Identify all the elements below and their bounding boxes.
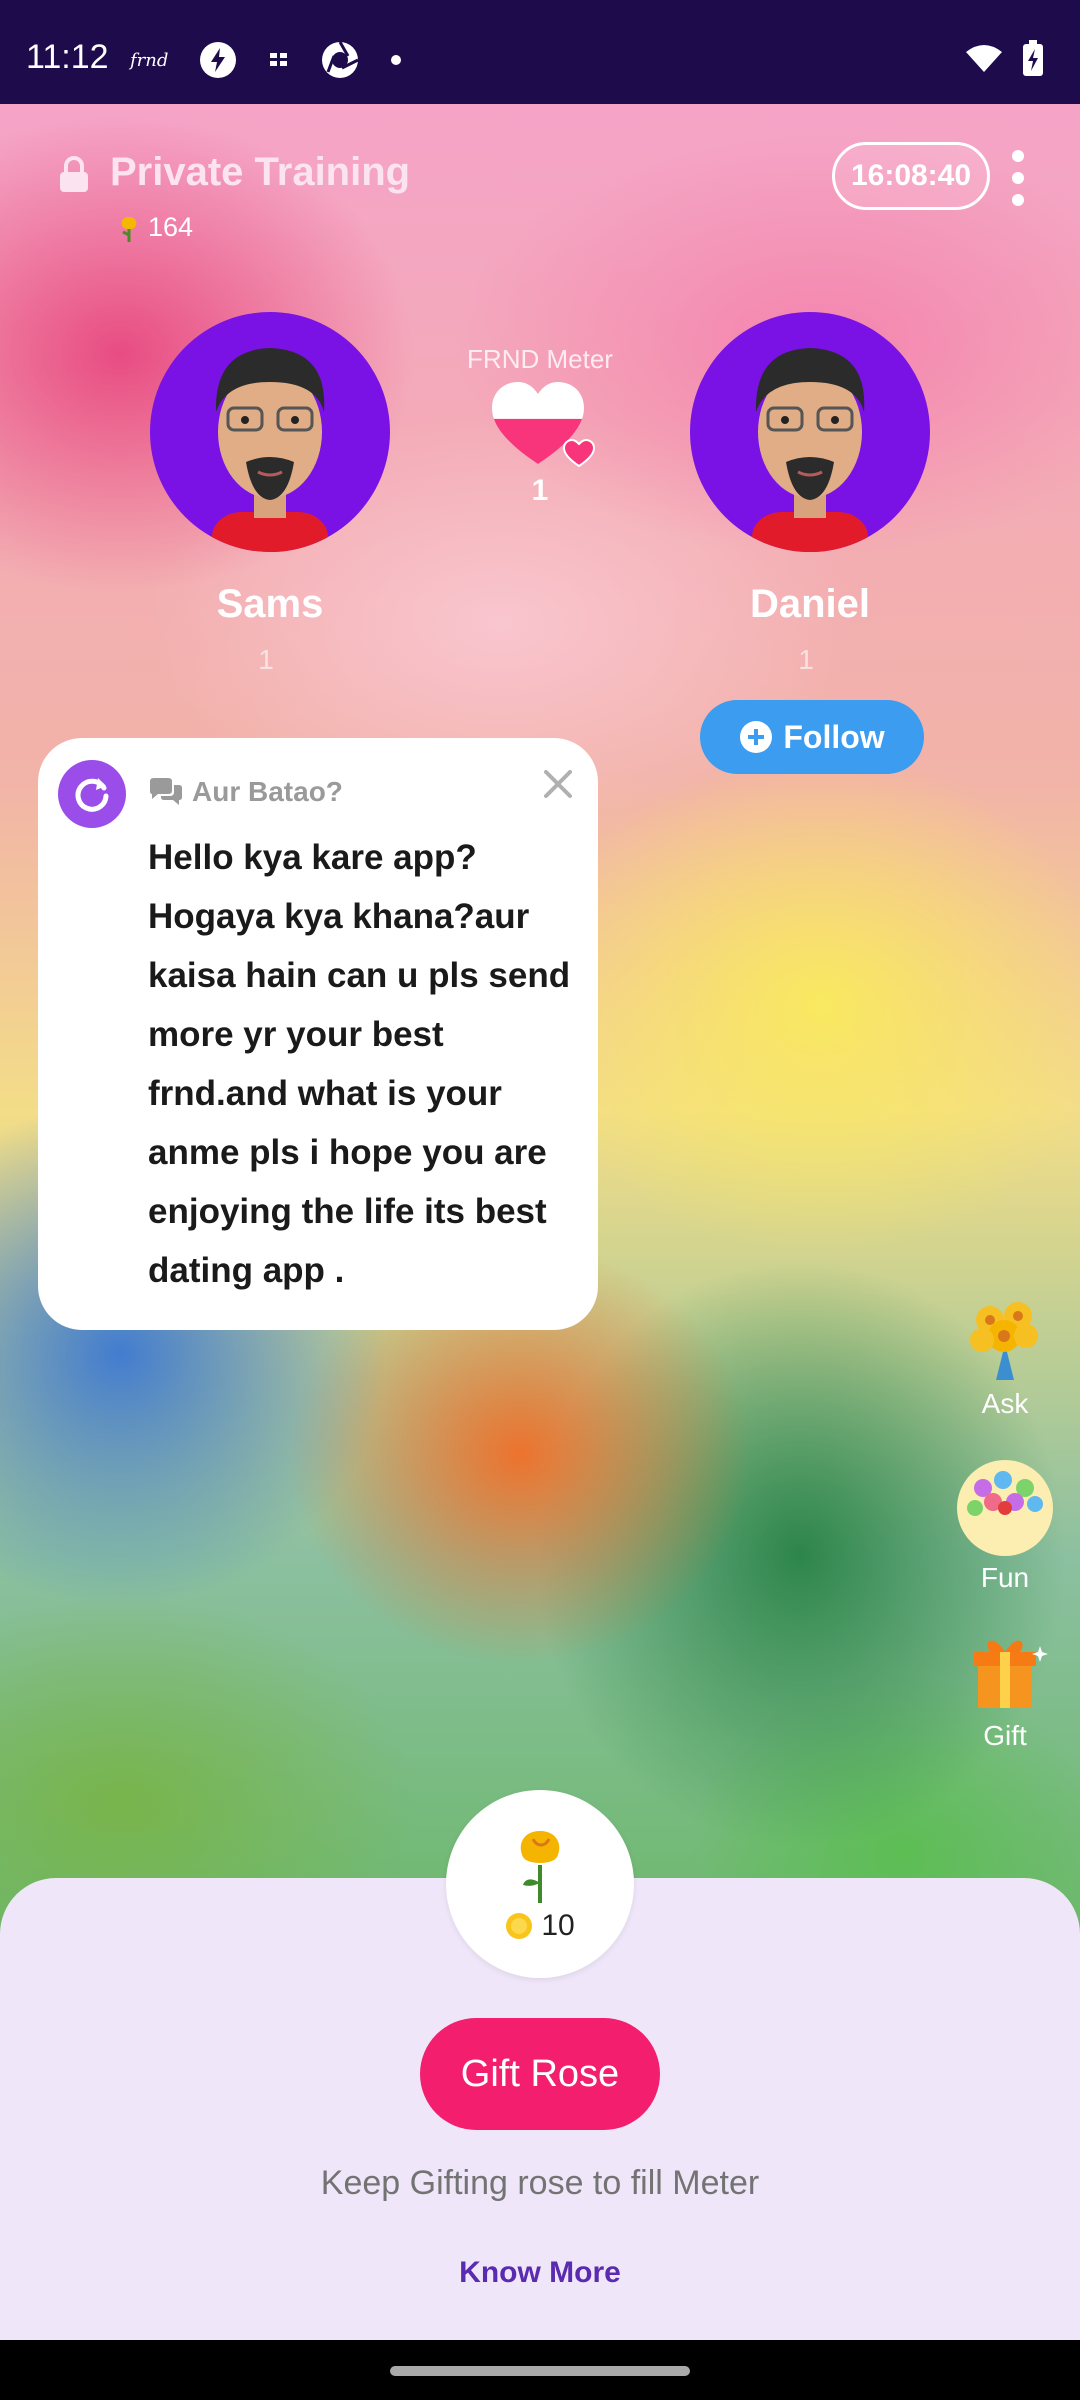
flower-bouquet-icon (970, 1302, 1038, 1380)
coin-icon (506, 1913, 533, 1939)
battery-charging-icon (1023, 40, 1043, 76)
status-bar: 11:12 frnd (0, 0, 1080, 104)
user-count: 1 (798, 644, 814, 675)
frnd-notification-icon: frnd (130, 49, 169, 71)
fun-button[interactable]: Fun (950, 1458, 1060, 1594)
rose-gift-item[interactable]: 10 (446, 1790, 634, 1978)
room-title: Private Training (110, 150, 411, 194)
suggested-message[interactable]: Hello kya kare app? Hogaya kya khana?aur… (148, 828, 578, 1300)
user-name: Sams (216, 582, 324, 626)
bolt-icon (200, 42, 237, 78)
avatar[interactable] (150, 312, 390, 552)
gift-button[interactable]: Gift (950, 1626, 1060, 1752)
follow-label: Follow (783, 718, 885, 755)
avatar-face-icon (752, 348, 868, 552)
gift-rose-button[interactable]: Gift Rose (420, 2018, 660, 2130)
rose-count-value: 164 (148, 212, 194, 242)
grid-icon (270, 53, 288, 66)
lock-icon (60, 156, 88, 192)
rose-count: 164 (116, 212, 193, 243)
chat-bubbles-icon (150, 778, 182, 805)
avatar-face-icon (212, 348, 328, 552)
refresh-icon[interactable] (58, 760, 126, 828)
rose-icon (520, 1831, 560, 1903)
avatar[interactable] (690, 312, 930, 552)
rose-price-value: 10 (541, 1909, 575, 1942)
prompt-title: Aur Batao? (192, 776, 343, 807)
know-more-link[interactable]: Know More (0, 2256, 1080, 2290)
bubble-game-icon (957, 1460, 1053, 1556)
gift-label: Gift (983, 1720, 1027, 1751)
follow-button[interactable]: Follow (700, 700, 924, 774)
wifi-icon (966, 45, 1002, 72)
ask-label: Ask (981, 1388, 1029, 1419)
session-timer: 16:08:40 (832, 142, 990, 210)
close-icon[interactable] (538, 764, 578, 804)
user-count: 1 (258, 644, 274, 675)
status-time: 11:12 (26, 38, 109, 76)
heart-meter-icon (492, 382, 596, 468)
home-gesture-handle[interactable] (390, 2366, 690, 2376)
user-name: Daniel (749, 582, 871, 626)
gift-box-icon (974, 1640, 1048, 1708)
ask-button[interactable]: Ask (950, 1294, 1060, 1420)
meter-label: FRND Meter (467, 344, 613, 374)
dot-icon (391, 55, 402, 65)
prompt-row: Aur Batao? (148, 776, 343, 808)
rose-price: 10 (505, 1909, 575, 1943)
chat-suggestion-card: Aur Batao? Hello kya kare app? Hogaya ky… (38, 738, 598, 1330)
plus-circle-icon (740, 721, 773, 753)
fun-label: Fun (980, 1562, 1030, 1593)
rose-icon (121, 216, 137, 242)
system-icons (964, 40, 1044, 76)
meter-hint: Keep Gifting rose to fill Meter (320, 2164, 760, 2202)
camera-shutter-icon (322, 41, 360, 78)
meter-value: 1 (531, 474, 549, 507)
more-options-icon[interactable] (1006, 150, 1030, 206)
notification-icons: frnd (130, 40, 402, 80)
